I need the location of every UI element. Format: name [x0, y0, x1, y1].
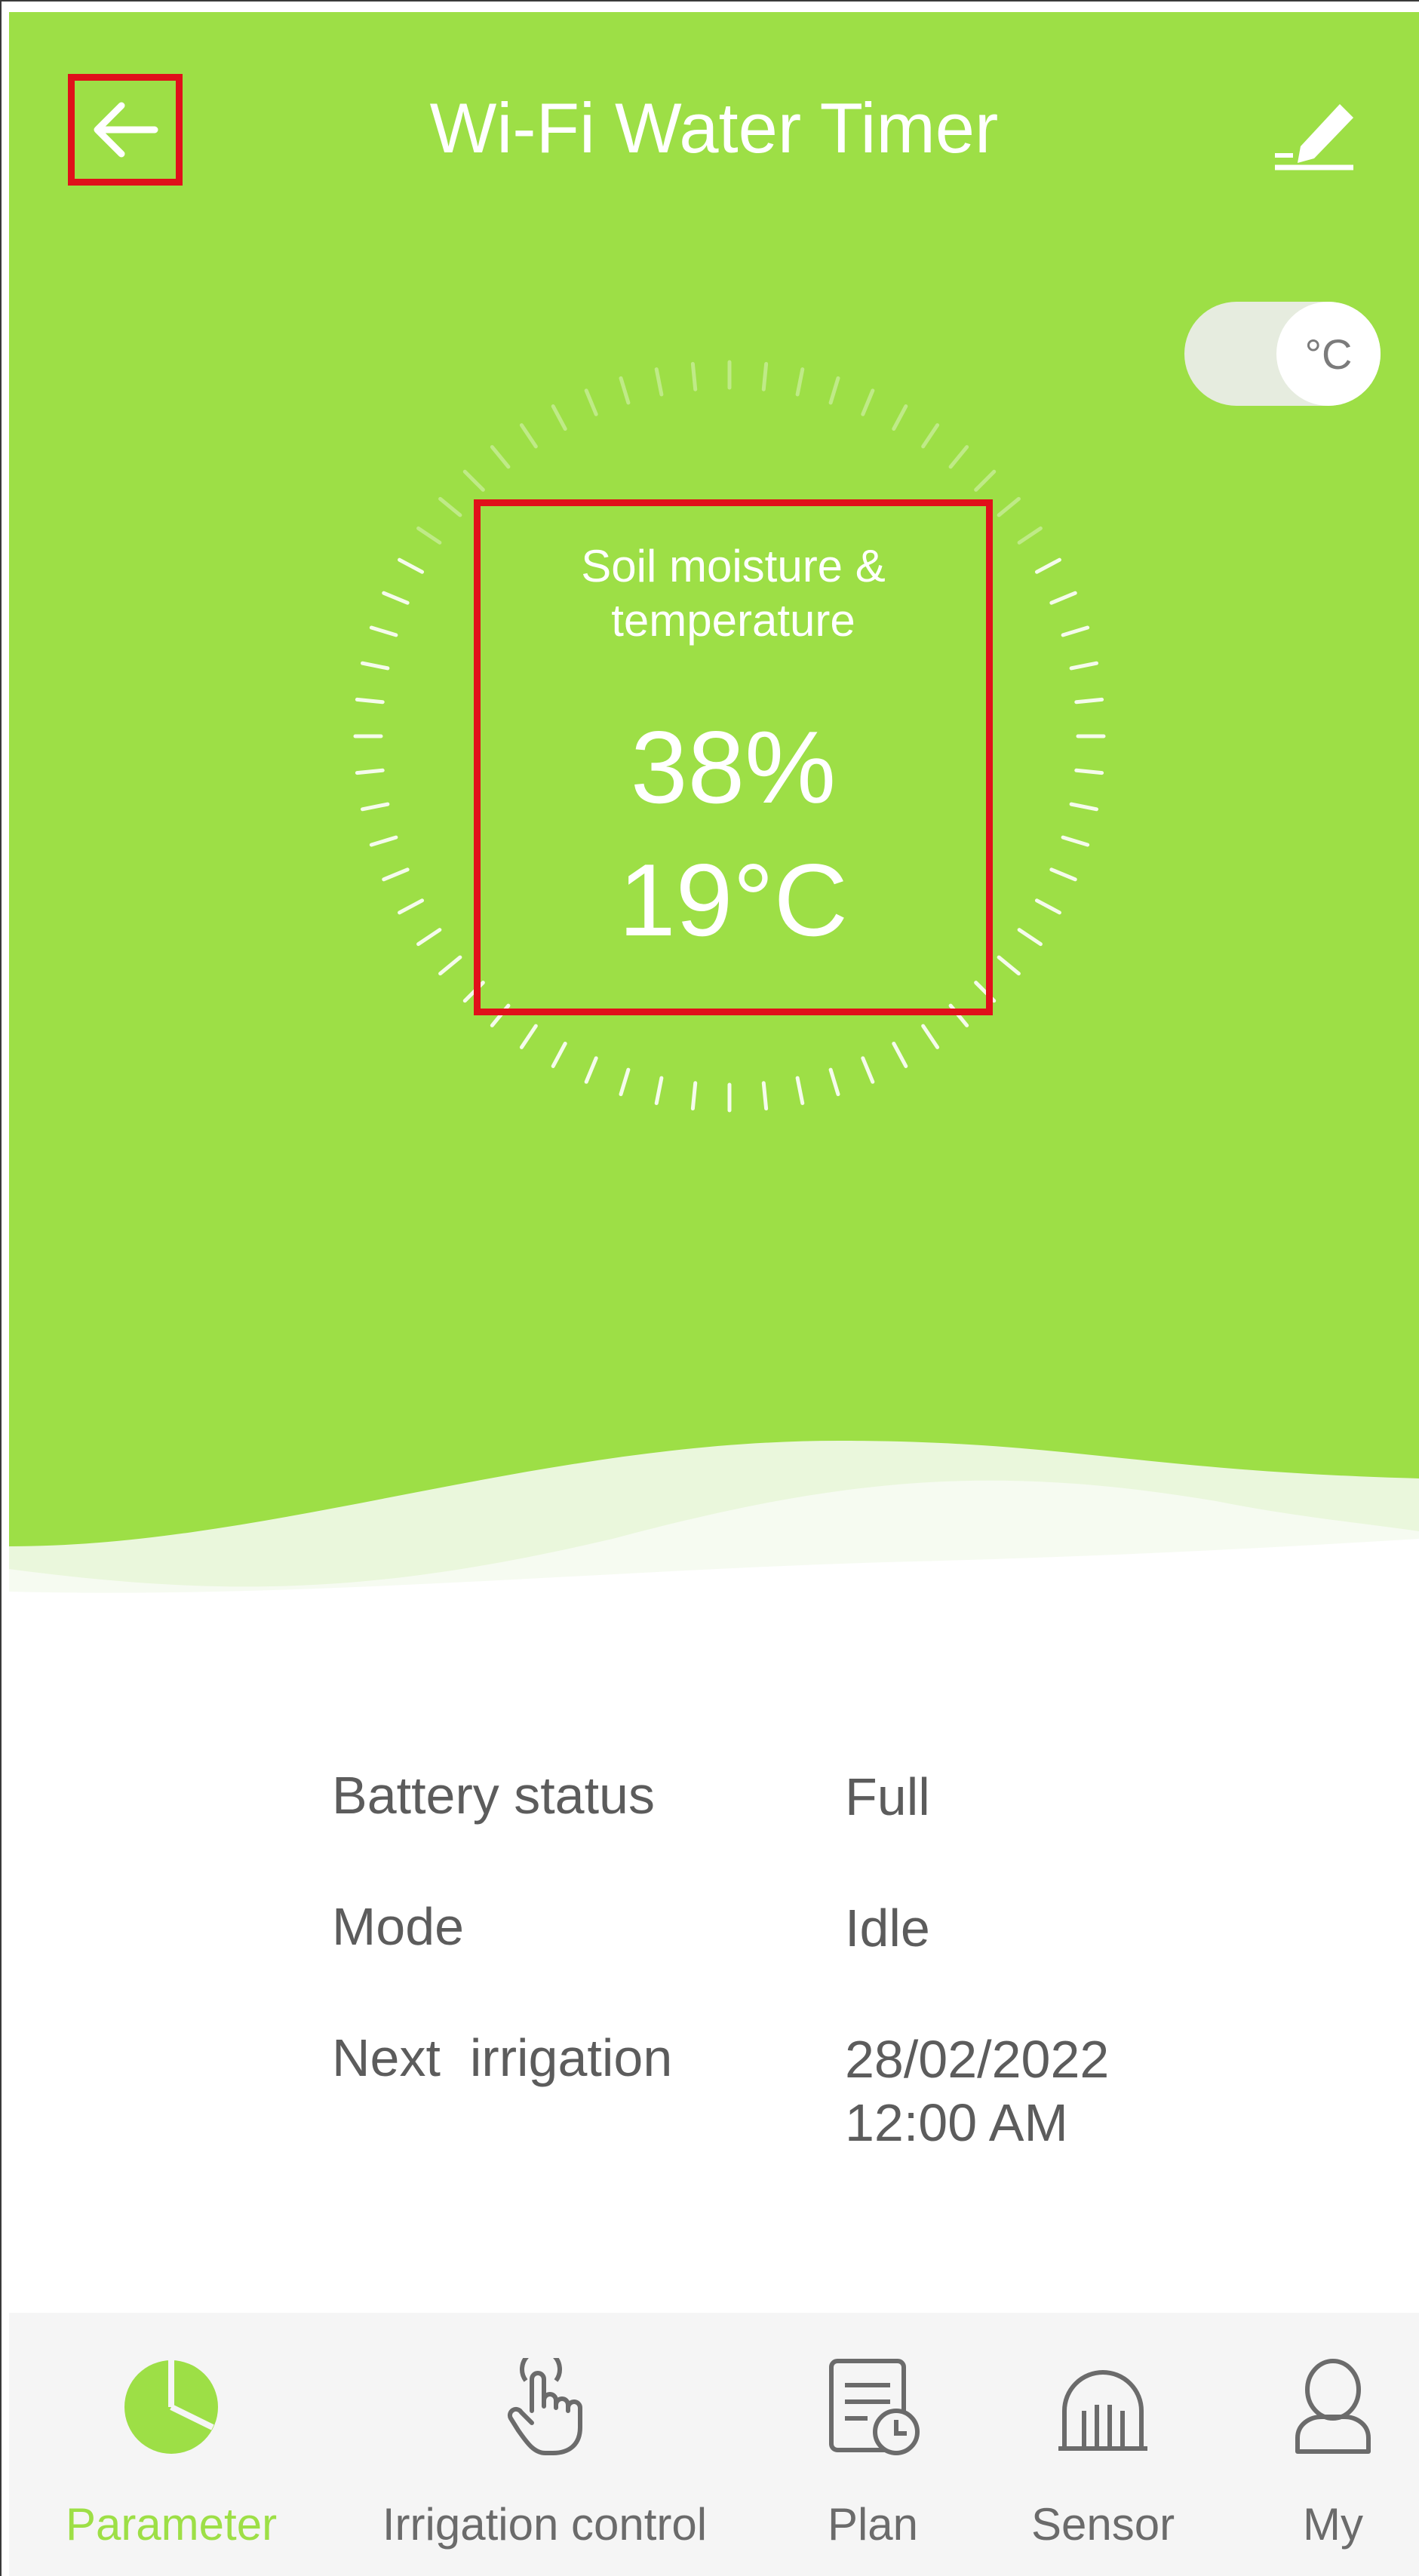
gauge-tick — [382, 591, 410, 605]
next-irrigation-label: Next irrigation — [332, 2028, 673, 2087]
nav-label-sensor: Sensor — [1030, 2499, 1175, 2550]
gauge-tick — [355, 768, 385, 775]
gauge-tick — [1049, 591, 1077, 605]
gauge-tick — [921, 423, 940, 449]
gauge-tick — [1049, 867, 1077, 882]
gauge-tick — [519, 1024, 538, 1049]
bottom-nav: Parameter Irrigation control Plan Sensor… — [9, 2313, 1419, 2576]
gauge-tick — [361, 661, 390, 671]
gauge-tick — [1074, 768, 1104, 775]
gauge-tick — [438, 955, 462, 976]
gauge-tick — [974, 469, 997, 492]
gauge-tick — [619, 1067, 631, 1097]
gauge-tick — [361, 802, 390, 812]
gauge-tick — [997, 955, 1021, 976]
nav-label-my: My — [1303, 2499, 1363, 2550]
gauge-tick — [795, 367, 805, 397]
gauge-tick — [1074, 697, 1104, 705]
gauge-tick — [584, 1056, 598, 1084]
gauge-tick — [761, 1081, 769, 1111]
edit-button[interactable] — [1270, 88, 1368, 172]
gauge-tick — [619, 376, 631, 405]
nav-label-irrigation-control: Irrigation control — [382, 2499, 708, 2550]
gauge-tick — [654, 367, 664, 397]
next-irrigation-date: 28/02/2022 — [845, 2030, 1110, 2089]
temperature-value: 19°C — [619, 843, 848, 957]
gauge-tick — [948, 445, 969, 469]
gauge-tick — [828, 1067, 840, 1097]
hand-tap-icon — [507, 2348, 582, 2455]
schedule-document-icon — [829, 2359, 920, 2455]
gauge-tick — [1017, 526, 1043, 545]
nav-label-parameter: Parameter — [65, 2499, 278, 2550]
gauge-tick — [690, 1081, 698, 1111]
gauge-tick — [398, 898, 425, 915]
gauge-readout: Soil moisture & temperature 38% 19°C — [474, 499, 993, 1015]
gauge-tick — [1061, 625, 1090, 637]
gauge-tick — [861, 1056, 875, 1084]
gauge-tick — [551, 1041, 567, 1068]
unit-toggle[interactable]: °C — [1184, 302, 1381, 406]
page-title: Wi-Fi Water Timer — [429, 88, 999, 167]
moisture-value: 38% — [630, 710, 837, 824]
gauge-tick — [462, 469, 485, 492]
gauge-tick — [369, 835, 398, 847]
pencil-icon — [1275, 104, 1353, 170]
nav-item-irrigation-control[interactable]: Irrigation control — [352, 2313, 737, 2576]
gauge-label: Soil moisture & temperature — [481, 539, 986, 648]
nav-item-my[interactable]: My — [1246, 2313, 1419, 2576]
user-icon — [1295, 2359, 1371, 2454]
gauge-tick — [1069, 661, 1098, 671]
gauge-tick — [828, 376, 840, 405]
nav-label-plan: Plan — [827, 2499, 919, 2550]
nav-item-plan[interactable]: Plan — [779, 2313, 967, 2576]
gauge-tick — [369, 625, 398, 637]
battery-label: Battery status — [332, 1766, 655, 1825]
gauge-tick — [892, 1041, 908, 1068]
gauge-tick — [551, 404, 567, 431]
gauge-tick — [416, 526, 442, 545]
mode-label: Mode — [332, 1897, 465, 1956]
unit-toggle-knob: °C — [1276, 302, 1381, 406]
gauge-tick — [355, 697, 385, 705]
gauge-tick — [438, 496, 462, 517]
gauge-tick — [1034, 898, 1061, 915]
gauge-tick — [654, 1076, 664, 1105]
gauge-tick — [795, 1076, 805, 1105]
nav-item-sensor[interactable]: Sensor — [1005, 2313, 1201, 2576]
wave-divider — [9, 1441, 1419, 1607]
gauge-tick — [519, 423, 538, 449]
gauge-label-line1: Soil moisture & — [581, 541, 886, 591]
gauge-tick — [892, 404, 908, 431]
gauge-tick — [490, 445, 511, 469]
gauge-tick — [1069, 802, 1098, 812]
gauge-tick — [690, 361, 698, 391]
pie-chart-icon — [124, 2360, 218, 2454]
gauge-tick — [761, 361, 769, 391]
gauge-tick — [997, 496, 1021, 517]
next-irrigation-value: 28/02/2022 12:00 AM — [845, 2028, 1109, 2154]
gauge-tick — [1034, 557, 1061, 574]
gauge-tick — [861, 388, 875, 416]
battery-value: Full — [845, 1767, 930, 1826]
gauge-tick — [921, 1024, 940, 1049]
gauge-tick — [584, 388, 598, 416]
nav-item-parameter[interactable]: Parameter — [32, 2313, 311, 2576]
gauge-tick — [398, 557, 425, 574]
gauge-tick — [1061, 835, 1090, 847]
gauge-tick — [382, 867, 410, 882]
gauge-label-line2: temperature — [611, 595, 855, 646]
sensor-dome-icon — [1058, 2370, 1147, 2451]
gauge-tick — [1017, 928, 1043, 947]
mode-value: Idle — [845, 1899, 930, 1957]
gauge-tick — [416, 928, 442, 947]
next-irrigation-time: 12:00 AM — [845, 2093, 1068, 2152]
header-hero: Wi-Fi Water Timer °C Soil moisture & tem… — [9, 12, 1419, 1604]
